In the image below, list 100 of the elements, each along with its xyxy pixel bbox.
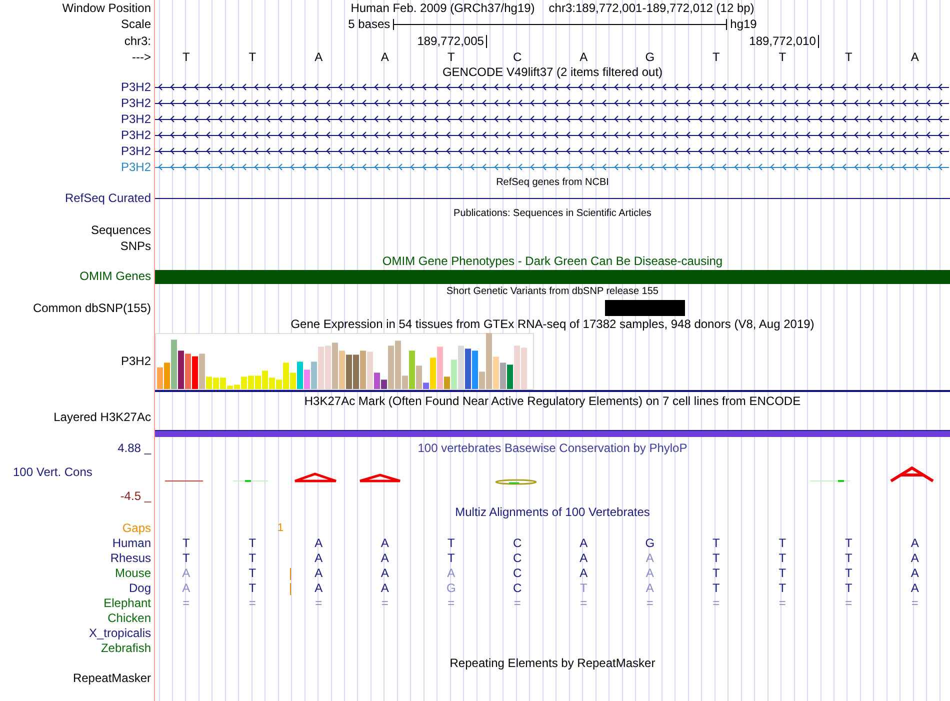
track-label[interactable]: P3H2 bbox=[120, 128, 151, 142]
scale-db: hg19 bbox=[730, 16, 757, 33]
track-title: GENCODE V49lift37 (2 items filtered out) bbox=[442, 65, 663, 79]
assembly-name: Human Feb. 2009 (GRCh37/hg19) bbox=[350, 0, 535, 16]
track-label[interactable]: P3H2 bbox=[120, 160, 151, 174]
alignment-base: T bbox=[712, 536, 720, 550]
alignment-base: T bbox=[712, 551, 720, 565]
alignment-base: = bbox=[448, 596, 455, 610]
track-label[interactable]: P3H2 bbox=[120, 144, 151, 158]
position-range: chr3:189,772,001-189,772,012 (12 bp) bbox=[548, 0, 754, 16]
alignment-base: A bbox=[380, 581, 389, 595]
alignment-base: T bbox=[844, 551, 852, 565]
alignment-base: = bbox=[911, 596, 918, 610]
track-label[interactable]: RepeatMasker bbox=[0, 671, 155, 686]
species-label: Rhesus bbox=[110, 551, 151, 565]
track-title: H3K27Ac Mark (Often Found Near Active Regulatory Elements) on 7 cell lines from ENCODE bbox=[304, 393, 801, 410]
alignment-base: T bbox=[712, 581, 720, 595]
base-letter: T bbox=[778, 49, 788, 65]
alignment-base: = bbox=[646, 596, 654, 610]
alignment-base: A bbox=[380, 536, 389, 550]
species-label: Human bbox=[112, 536, 151, 550]
track-title: Repeating Elements by RepeatMasker bbox=[450, 656, 656, 671]
alignment-base: A bbox=[447, 566, 456, 580]
track-label[interactable]: SNPs bbox=[0, 238, 155, 254]
alignment-base: A bbox=[580, 566, 588, 580]
track-label[interactable]: 100 Vert. Cons bbox=[0, 456, 151, 489]
alignment-base: T bbox=[182, 536, 190, 550]
scale-text: 5 bases bbox=[348, 16, 390, 33]
track-label: Scale bbox=[0, 16, 155, 33]
alignment-base: A bbox=[380, 566, 389, 580]
alignment-base: A bbox=[910, 551, 919, 565]
alignment-base: = bbox=[315, 596, 322, 610]
species-label: Zebrafish bbox=[100, 641, 151, 655]
base-letter: G bbox=[644, 49, 656, 65]
alignment-base: A bbox=[314, 581, 323, 595]
alignment-base: A bbox=[182, 566, 190, 580]
species-label: Chicken bbox=[108, 611, 151, 625]
track-title: Gene Expression in 54 tissues from GTEx RNA-seq of 17382 samples, 948 donors (V8, Aug 2019) bbox=[290, 316, 814, 333]
track-label: Window Position bbox=[0, 0, 155, 16]
alignment-base: A bbox=[646, 551, 654, 565]
alignment-base: C bbox=[513, 551, 522, 565]
alignment-base: = bbox=[514, 596, 521, 610]
species-label: Mouse bbox=[114, 566, 151, 580]
base-letter: A bbox=[910, 49, 920, 65]
track-title: Short Genetic Variants from dbSNP release 155 bbox=[446, 285, 658, 299]
alignment-base: A bbox=[646, 566, 654, 580]
alignment-base: A bbox=[380, 551, 389, 565]
alignment-base: T bbox=[778, 581, 786, 595]
alignment-base: = bbox=[182, 596, 190, 610]
alignment-base: A bbox=[314, 536, 323, 550]
track-label: chr3: bbox=[0, 33, 155, 49]
track-label[interactable]: P3H2 bbox=[120, 80, 151, 94]
strand-label: ---> bbox=[0, 49, 155, 65]
track-label[interactable]: P3H2 bbox=[120, 112, 151, 126]
base-letter: T bbox=[446, 49, 456, 65]
species-label: Elephant bbox=[104, 596, 151, 610]
gap-count: 1 bbox=[277, 522, 284, 534]
alignment-base: T bbox=[580, 581, 588, 595]
track-label[interactable]: P3H2 bbox=[120, 96, 151, 110]
alignment-base: T bbox=[712, 566, 720, 580]
track-label[interactable]: Common dbSNP(155) bbox=[0, 300, 155, 316]
track-title: 100 vertebrates Basewise Conservation by PhyloP bbox=[418, 441, 688, 456]
alignment-base: = bbox=[845, 596, 852, 610]
base-letter: T bbox=[711, 49, 721, 65]
track-label[interactable]: Sequences bbox=[0, 222, 155, 238]
alignment-base: = bbox=[580, 596, 588, 610]
track-title: OMIM Gene Phenotypes - Dark Green Can Be Disease-causing bbox=[382, 254, 723, 269]
alignment-base: C bbox=[513, 581, 522, 595]
alignment-base: T bbox=[778, 566, 786, 580]
base-letter: T bbox=[181, 49, 191, 65]
alignment-base: T bbox=[447, 551, 455, 565]
alignment-base: T bbox=[182, 551, 190, 565]
alignment-base: A bbox=[910, 566, 919, 580]
species-label: X_tropicalis bbox=[88, 626, 151, 640]
alignment-base: T bbox=[844, 566, 852, 580]
base-letter: A bbox=[314, 49, 324, 65]
alignment-base: A bbox=[314, 551, 323, 565]
alignment-base: A bbox=[910, 536, 919, 550]
alignment-base: = bbox=[381, 596, 388, 610]
base-letter: A bbox=[578, 49, 589, 65]
track-label[interactable]: RefSeq Curated bbox=[0, 191, 155, 205]
ruler-tick-label: 189,772,010 bbox=[749, 34, 819, 48]
alignment-base: C bbox=[513, 536, 522, 550]
axis-label: 4.88 _ bbox=[116, 441, 151, 456]
track-label[interactable]: Layered H3K27Ac bbox=[0, 410, 155, 425]
alignment-base: A bbox=[580, 536, 588, 550]
alignment-base: T bbox=[248, 581, 256, 595]
ruler-tick-label: 189,772,005 bbox=[417, 34, 487, 48]
alignment-base: T bbox=[248, 536, 256, 550]
base-letter: A bbox=[380, 49, 390, 65]
base-letter: T bbox=[844, 49, 854, 65]
track-title: RefSeq genes from NCBI bbox=[496, 176, 609, 190]
alignment-base: T bbox=[447, 536, 455, 550]
base-letter: T bbox=[248, 49, 258, 65]
track-title: Publications: Sequences in Scientific Articles bbox=[454, 207, 652, 221]
alignment-base: A bbox=[646, 581, 654, 595]
species-label: Dog bbox=[128, 581, 151, 595]
base-letter: C bbox=[512, 49, 523, 65]
alignment-base: = bbox=[778, 596, 786, 610]
alignment-base: T bbox=[844, 581, 852, 595]
